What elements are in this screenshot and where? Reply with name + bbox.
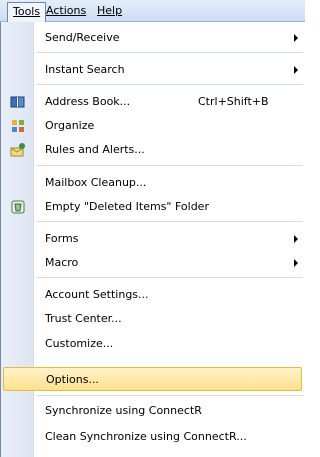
menu-item-label: Rules and Alerts...	[45, 143, 145, 156]
shortcut-label: Ctrl+Shift+B	[198, 95, 269, 108]
menu-help[interactable]: Help	[92, 2, 127, 19]
menu-item-label: Address Book...	[45, 95, 131, 108]
menu-item-label: Send/Receive	[45, 31, 120, 44]
submenu-arrow-icon	[294, 259, 298, 267]
menu-actions[interactable]: Actions	[41, 2, 91, 19]
menu-item-label: Instant Search	[45, 63, 125, 76]
rules-and-alerts-icon	[10, 142, 26, 158]
menu-item-label: Organize	[45, 119, 95, 132]
menu-separator	[37, 52, 303, 53]
menu-item-label: Account Settings...	[45, 288, 149, 301]
menu-bar: Tools Actions Help	[0, 0, 305, 22]
menu-item-label: Options...	[46, 373, 99, 386]
menu-item-address-book[interactable]: Address Book... Ctrl+Shift+B	[3, 90, 302, 114]
menu-item-label: Synchronize using ConnectR	[45, 404, 202, 417]
menu-item-label: Customize...	[45, 337, 114, 350]
menu-item-forms[interactable]: Forms	[3, 227, 302, 251]
submenu-arrow-icon	[294, 34, 298, 42]
menu-item-label: Forms	[45, 232, 79, 245]
menu-separator	[37, 277, 303, 278]
menu-item-label: Trust Center...	[45, 312, 122, 325]
menu-item-account-settings[interactable]: Account Settings...	[3, 283, 302, 307]
menu-actions-label: Actions	[46, 4, 87, 17]
menu-item-options[interactable]: Options...	[3, 367, 302, 391]
menu-item-organize[interactable]: Organize	[3, 114, 302, 138]
menu-separator	[37, 395, 303, 396]
menu-item-rules-and-alerts[interactable]: Rules and Alerts...	[3, 138, 302, 162]
menu-item-customize[interactable]: Customize...	[3, 332, 302, 356]
submenu-arrow-icon	[294, 235, 298, 243]
menu-item-label: Empty "Deleted Items" Folder	[45, 200, 209, 213]
menu-item-empty-deleted-items[interactable]: Empty "Deleted Items" Folder	[3, 195, 302, 219]
submenu-arrow-icon	[294, 66, 298, 74]
menu-item-mailbox-cleanup[interactable]: Mailbox Cleanup...	[3, 171, 302, 195]
menu-item-trust-center[interactable]: Trust Center...	[3, 307, 302, 331]
organize-icon	[10, 118, 26, 134]
menu-separator	[37, 165, 303, 166]
menu-item-label: Clean Synchronize using ConnectR...	[45, 430, 247, 443]
menu-item-clean-synchronize-connectr[interactable]: Clean Synchronize using ConnectR...	[3, 425, 302, 449]
menu-item-macro[interactable]: Macro	[3, 251, 302, 275]
menu-item-label: Macro	[45, 256, 79, 269]
menu-help-label: Help	[97, 4, 123, 17]
menu-separator	[37, 221, 303, 222]
menu-item-instant-search[interactable]: Instant Search	[3, 58, 302, 82]
tools-dropdown-menu: Send/Receive Instant Search Address Book…	[0, 22, 305, 457]
recycle-bin-icon	[10, 199, 26, 215]
menu-item-send-receive[interactable]: Send/Receive	[3, 26, 302, 50]
menu-item-label: Mailbox Cleanup...	[45, 176, 147, 189]
menu-item-synchronize-connectr[interactable]: Synchronize using ConnectR	[3, 399, 302, 423]
menu-separator	[37, 84, 303, 85]
address-book-icon	[10, 94, 26, 110]
menu-tools-label: Tools	[13, 5, 41, 18]
